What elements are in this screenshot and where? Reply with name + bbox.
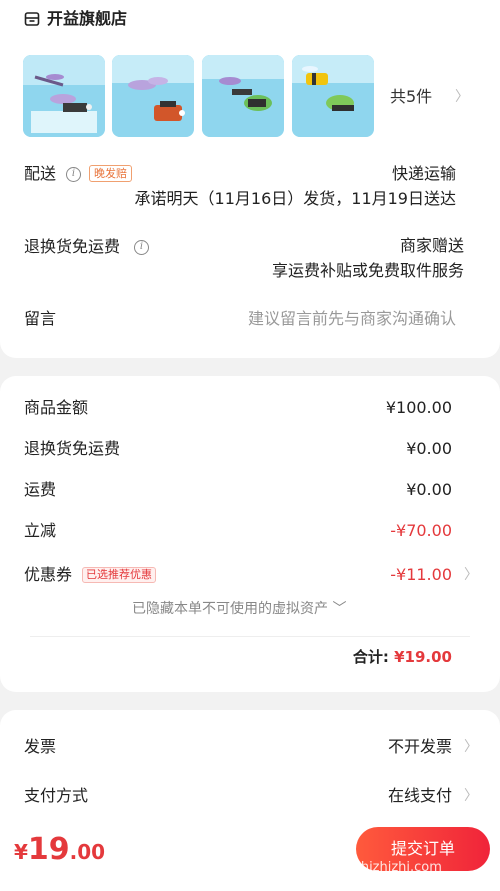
discount-label: 立减	[24, 521, 57, 540]
chevron-right-icon[interactable]: 〉	[455, 87, 469, 107]
return-shipping-value: 商家赠送	[399, 236, 464, 255]
invoice-value[interactable]: 不开发票	[388, 737, 452, 757]
return-shipping-label: 退换货免运费	[24, 237, 121, 256]
hidden-assets-toggle[interactable]: 已隐藏本单不可使用的虚拟资产 ﹀	[132, 600, 346, 618]
goods-amount-label: 商品金额	[24, 398, 89, 417]
chevron-down-icon: ﹀	[332, 601, 347, 617]
price-decimal: .00	[69, 840, 106, 864]
chevron-right-icon[interactable]: 〉	[464, 737, 478, 757]
checkout-total-price: ¥19.00	[14, 832, 105, 867]
invoice-label: 发票	[24, 737, 57, 756]
payment-label: 支付方式	[24, 786, 89, 805]
product-thumbnail-bee[interactable]	[292, 55, 374, 137]
delivery-method[interactable]: 快递运输	[392, 164, 456, 184]
payment-value[interactable]: 在线支付	[388, 786, 452, 806]
chevron-right-icon[interactable]: 〉	[464, 786, 478, 806]
store-icon	[24, 12, 40, 26]
coupon-recommended-badge: 已选推荐优惠	[82, 567, 156, 583]
product-count[interactable]: 共5件	[390, 87, 432, 107]
chevron-right-icon[interactable]: 〉	[464, 565, 478, 585]
currency-symbol: ¥	[14, 840, 28, 864]
product-thumbnail-mantis[interactable]	[202, 55, 284, 137]
coupon-label: 优惠券	[24, 565, 73, 584]
info-icon[interactable]: i	[134, 240, 149, 255]
delivery-promise: 承诺明天（11月16日）发货，11月19日送达	[134, 189, 456, 208]
product-thumbnail-ant[interactable]	[112, 55, 194, 137]
late-compensation-badge: 晚发赔	[89, 165, 132, 182]
return-fee-value: ¥0.00	[406, 439, 452, 458]
shipping-value: ¥0.00	[406, 480, 452, 499]
message-input[interactable]: 建议留言前先与商家沟通确认	[248, 309, 456, 329]
info-icon[interactable]: i	[66, 167, 81, 182]
store-name[interactable]: 开益旗舰店	[47, 9, 127, 29]
watermark-text: zhizhizhi.com	[354, 860, 442, 875]
coupon-value[interactable]: -¥11.00	[390, 565, 452, 585]
goods-amount-value: ¥100.00	[385, 398, 452, 417]
divider	[30, 636, 470, 637]
shipping-label: 运费	[24, 480, 57, 499]
discount-value: -¥70.00	[390, 521, 452, 540]
message-label: 留言	[24, 309, 57, 328]
hidden-assets-text: 已隐藏本单不可使用的虚拟资产	[132, 601, 328, 617]
total-row: 合计: ¥19.00	[353, 647, 452, 667]
price-integer: 19	[27, 832, 70, 867]
return-shipping-desc: 享运费补贴或免费取件服务	[271, 261, 464, 280]
delivery-label: 配送	[24, 164, 57, 183]
total-label: 合计:	[352, 648, 389, 666]
return-fee-label: 退换货免运费	[24, 439, 121, 458]
product-thumbnail-dragonfly[interactable]	[23, 55, 105, 137]
total-value: ¥19.00	[394, 648, 452, 666]
